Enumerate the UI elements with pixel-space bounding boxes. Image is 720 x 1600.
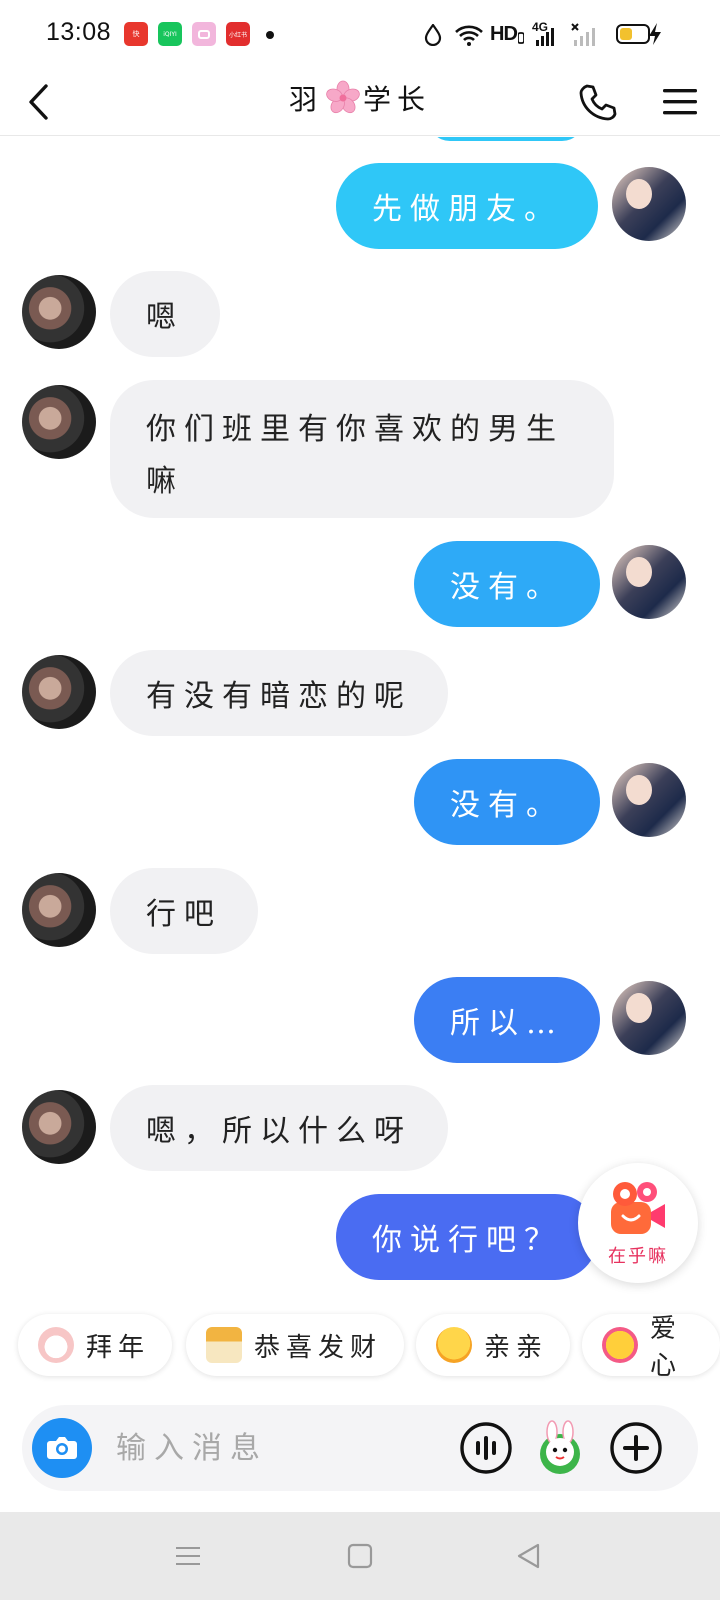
system-navigation-bar — [0, 1512, 720, 1600]
battery-level — [620, 28, 632, 40]
chat-title-name-part2: 学长 — [363, 83, 432, 116]
hd-indicator-icon — [518, 32, 524, 44]
more-options-button[interactable] — [608, 1420, 664, 1476]
my-avatar[interactable] — [612, 545, 686, 619]
message-bubble-outgoing[interactable]: 没有。 — [414, 759, 600, 845]
iqiyi-icon: iQIYI — [158, 22, 182, 46]
contact-avatar[interactable] — [22, 385, 96, 459]
message-bubble-outgoing[interactable]: 所以… — [414, 977, 600, 1063]
data-saver-icon — [424, 24, 442, 46]
rabbit-sticker-icon — [540, 1420, 580, 1474]
chip-label: 爱心 — [650, 1314, 683, 1381]
charging-bolt-icon — [649, 23, 661, 45]
my-avatar[interactable] — [612, 167, 686, 241]
chip-new-year[interactable]: 拜年 — [18, 1314, 173, 1376]
message-bubble-outgoing-partial[interactable] — [428, 137, 584, 141]
voice-wave-icon — [460, 1422, 512, 1474]
signal-no-sim-icon — [571, 23, 595, 46]
cherry-blossom-icon — [326, 80, 360, 114]
rabbit-icon — [38, 1327, 74, 1363]
hug-emoji-icon — [436, 1327, 472, 1363]
hd-label: HD — [490, 23, 518, 45]
kuaishou-icon: 快 — [124, 22, 148, 46]
red-envelope-icon — [206, 1327, 242, 1363]
chip-heart[interactable]: 爱心 — [582, 1314, 720, 1381]
contact-avatar[interactable] — [22, 873, 96, 947]
camera-app-icon — [192, 22, 216, 46]
battery-icon — [616, 24, 650, 44]
menu-button[interactable] — [656, 78, 704, 126]
voice-call-button[interactable] — [574, 78, 622, 126]
message-bubble-incoming[interactable]: 你们班里有你喜欢的男生嘛 — [110, 380, 614, 518]
voice-input-button[interactable] — [458, 1420, 514, 1476]
chip-label: 亲亲 — [484, 1332, 549, 1363]
heart-eyes-emoji-icon — [602, 1327, 638, 1363]
nav-recents-button[interactable] — [164, 1532, 212, 1580]
plus-circle-icon — [610, 1422, 662, 1474]
contact-avatar[interactable] — [22, 655, 96, 729]
message-bubble-incoming[interactable]: 行吧 — [110, 868, 258, 954]
chip-label: 恭喜发财 — [254, 1332, 383, 1363]
status-time: 13:08 — [46, 18, 112, 46]
camera-button[interactable] — [32, 1418, 92, 1478]
hamburger-menu-icon — [663, 89, 697, 115]
floating-care-badge[interactable]: 在乎嘛 — [578, 1163, 698, 1283]
floating-badge-label: 在乎嘛 — [608, 1246, 668, 1267]
chip-kiss[interactable]: 亲亲 — [416, 1314, 571, 1376]
xiaohongshu-icon: 小红书 — [226, 22, 250, 46]
sticker-button[interactable] — [532, 1420, 588, 1476]
quick-reaction-bar[interactable]: 拜年 恭喜发财 亲亲 爱心 — [0, 1310, 720, 1382]
contact-avatar[interactable] — [22, 275, 96, 349]
message-bubble-incoming[interactable]: 嗯 — [110, 271, 220, 357]
wifi-icon — [455, 25, 483, 46]
nav-back-button[interactable] — [504, 1532, 552, 1580]
kuaishou-logo-icon — [611, 1182, 665, 1234]
contact-avatar[interactable] — [22, 1090, 96, 1164]
phone-icon — [579, 84, 617, 121]
message-bubble-outgoing[interactable]: 你说行吧？ — [336, 1194, 598, 1280]
message-input-bar — [22, 1405, 698, 1491]
message-input[interactable] — [116, 1419, 446, 1477]
chip-fortune[interactable]: 恭喜发财 — [186, 1314, 405, 1376]
message-bubble-outgoing[interactable]: 没有。 — [414, 541, 600, 627]
my-avatar[interactable] — [612, 763, 686, 837]
nav-home-button[interactable] — [336, 1532, 384, 1580]
chat-header: 羽 学长 — [0, 70, 720, 136]
signal-icon — [536, 28, 554, 46]
menu-lines-icon — [176, 1547, 200, 1565]
message-bubble-incoming[interactable]: 有没有暗恋的呢 — [110, 650, 448, 736]
message-bubble-incoming[interactable]: 嗯，所以什么呀 — [110, 1085, 448, 1171]
triangle-back-icon — [517, 1543, 540, 1569]
status-bar: 13:08 快 iQIYI 小红书 HD 4G — [0, 0, 720, 70]
notification-dot — [266, 31, 274, 39]
chat-title-name-part1: 羽 — [288, 83, 323, 116]
camera-icon — [47, 1437, 77, 1459]
chat-message-list[interactable]: 先做朋友。 嗯 你们班里有你喜欢的男生嘛 没有。 有没有暗恋的呢 没有。 行吧 … — [0, 137, 720, 1305]
chip-label: 拜年 — [86, 1332, 151, 1363]
message-bubble-outgoing[interactable]: 先做朋友。 — [336, 163, 598, 249]
my-avatar[interactable] — [612, 981, 686, 1055]
square-home-icon — [347, 1543, 373, 1569]
